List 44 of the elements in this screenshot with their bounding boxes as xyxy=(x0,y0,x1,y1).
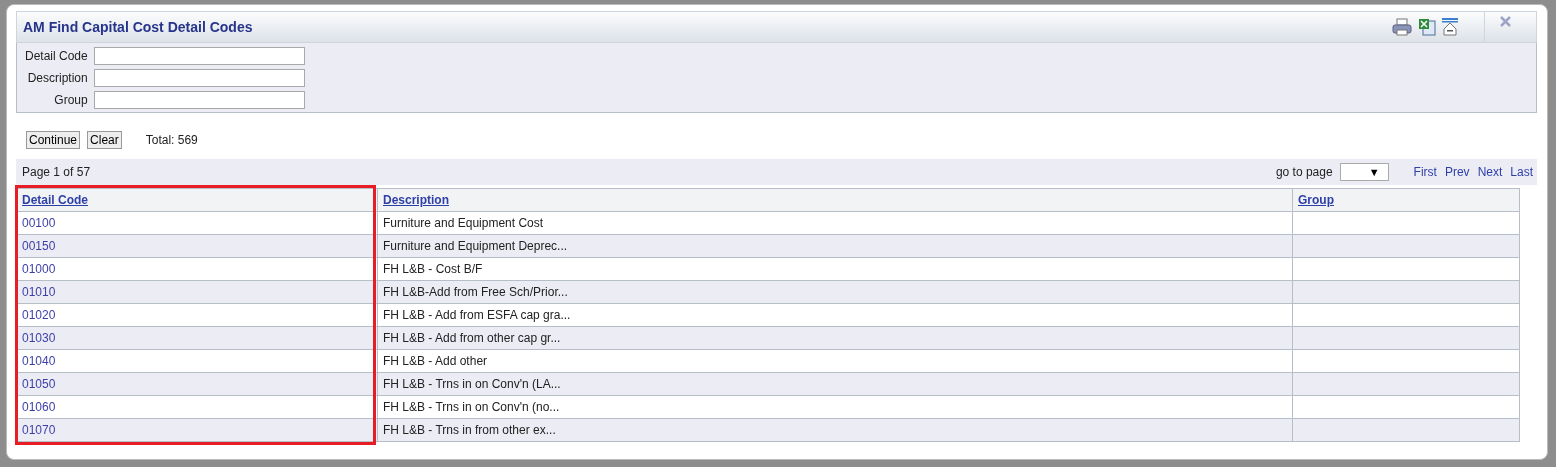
print-icon[interactable] xyxy=(1392,18,1412,36)
code-link[interactable]: 01070 xyxy=(22,423,56,437)
code-link[interactable]: 01030 xyxy=(22,331,56,345)
spreadsheet-icon[interactable] xyxy=(1418,18,1436,36)
pager-link[interactable]: First xyxy=(1413,165,1437,179)
column-sort-link[interactable]: Group xyxy=(1298,193,1334,207)
table-cell: FH L&B - Trns in from other ex... xyxy=(377,418,1293,442)
window-title: AM Find Capital Cost Detail Codes xyxy=(22,19,254,35)
code-link[interactable]: 01060 xyxy=(22,400,56,414)
code-link[interactable]: 01000 xyxy=(22,262,56,276)
table-cell: FH L&B-Add from Free Sch/Prior... xyxy=(377,280,1293,304)
code-link[interactable]: 01050 xyxy=(22,377,56,391)
pager-link[interactable]: Prev xyxy=(1444,165,1470,179)
table-cell: FH L&B - Add from other cap gr... xyxy=(377,326,1293,350)
pager-link[interactable]: Last xyxy=(1510,165,1533,179)
field-label: Detail Code xyxy=(25,49,88,63)
field-label: Group xyxy=(53,93,88,107)
table-cell: Furniture and Equipment Deprec... xyxy=(377,234,1293,258)
go-to-page-label: go to page xyxy=(1275,165,1333,179)
table-cell: FH L&B - Add from ESFA cap gra... xyxy=(377,303,1293,327)
table-cell: FH L&B - Trns in on Conv'n (no... xyxy=(377,395,1293,419)
continue-button[interactable]: Continue xyxy=(26,130,81,149)
input-field[interactable] xyxy=(93,91,305,109)
column-sort-link[interactable]: Description xyxy=(383,193,449,207)
page-indicator: Page 1 of 57 xyxy=(22,165,92,179)
code-link[interactable]: 00100 xyxy=(22,216,56,230)
column-sort-link[interactable]: Detail Code xyxy=(22,193,88,207)
code-link[interactable]: 00150 xyxy=(22,239,56,253)
table-cell: Furniture and Equipment Cost xyxy=(377,211,1293,235)
code-link[interactable]: 01040 xyxy=(22,354,56,368)
table-cell: FH L&B - Cost B/F xyxy=(377,257,1293,281)
input-field[interactable] xyxy=(93,69,305,87)
code-link[interactable]: 01020 xyxy=(22,308,56,322)
page-select[interactable]: ▼ xyxy=(1339,163,1389,181)
pager-link[interactable]: Next xyxy=(1477,165,1503,179)
input-field[interactable] xyxy=(93,47,305,65)
table-cell: FH L&B - Trns in on Conv'n (LA... xyxy=(377,372,1293,396)
code-link[interactable]: 01010 xyxy=(22,285,56,299)
clear-button[interactable]: Clear xyxy=(87,130,122,149)
close-icon[interactable] xyxy=(1500,16,1511,27)
field-label: Description xyxy=(26,71,88,85)
table-cell: FH L&B - Add other xyxy=(377,349,1293,373)
collapse-icon[interactable] xyxy=(1442,18,1458,36)
total-count: Total: 569 xyxy=(145,132,198,147)
